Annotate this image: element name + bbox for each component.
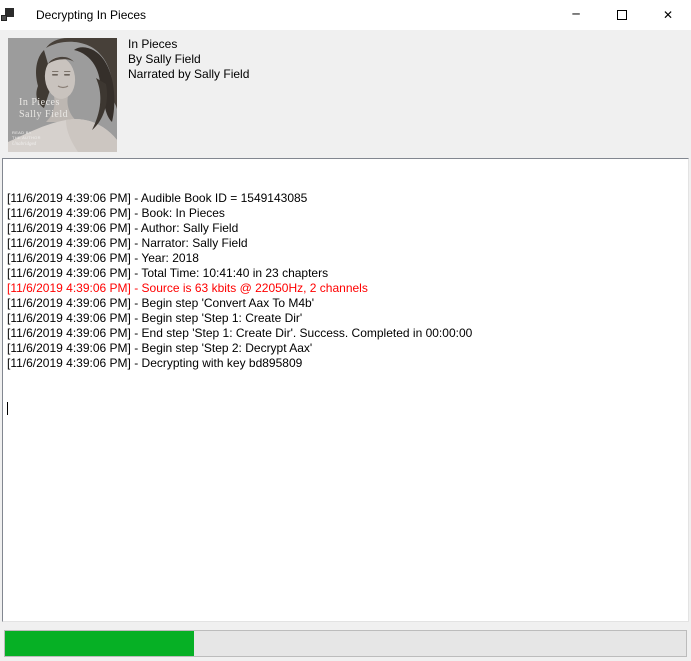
log-line: [11/6/2019 4:39:06 PM] - Begin step 'Ste… xyxy=(7,311,684,326)
log-line: [11/6/2019 4:39:06 PM] - Begin step 'Ste… xyxy=(7,341,684,356)
log-line: [11/6/2019 4:39:06 PM] - Narrator: Sally… xyxy=(7,236,684,251)
close-button[interactable]: ✕ xyxy=(645,0,691,30)
progress-fill xyxy=(5,631,194,656)
progress-bar xyxy=(4,630,687,657)
window-title: Decrypting In Pieces xyxy=(36,8,146,22)
cover-title-text: In Pieces xyxy=(19,96,60,109)
log-line: [11/6/2019 4:39:06 PM] - Book: In Pieces xyxy=(7,206,684,221)
app-window: Decrypting In Pieces ─ ✕ xyxy=(0,0,691,661)
log-line: [11/6/2019 4:39:06 PM] - Source is 63 kb… xyxy=(7,281,684,296)
cover-author-text: Sally Field xyxy=(19,109,68,120)
minimize-icon: ─ xyxy=(572,7,579,21)
caret-line xyxy=(7,401,684,416)
titlebar[interactable]: Decrypting In Pieces ─ ✕ xyxy=(0,0,691,30)
app-icon xyxy=(1,8,15,22)
log-line: [11/6/2019 4:39:06 PM] - Author: Sally F… xyxy=(7,221,684,236)
log-lines: [11/6/2019 4:39:06 PM] - Audible Book ID… xyxy=(7,191,684,371)
book-info: In Pieces By Sally Field Narrated by Sal… xyxy=(128,37,249,82)
cover-readby-text: READ BY THE AUTHOR xyxy=(12,130,41,140)
text-caret xyxy=(7,402,8,415)
maximize-button[interactable] xyxy=(599,0,645,30)
log-line: [11/6/2019 4:39:06 PM] - End step 'Step … xyxy=(7,326,684,341)
log-line: [11/6/2019 4:39:06 PM] - Audible Book ID… xyxy=(7,191,684,206)
log-line: [11/6/2019 4:39:06 PM] - Decrypting with… xyxy=(7,356,684,371)
book-title: In Pieces xyxy=(128,37,249,52)
log-line: [11/6/2019 4:39:06 PM] - Year: 2018 xyxy=(7,251,684,266)
log-textbox[interactable]: [11/6/2019 4:39:06 PM] - Audible Book ID… xyxy=(2,158,689,622)
log-line: [11/6/2019 4:39:06 PM] - Total Time: 10:… xyxy=(7,266,684,281)
book-author: By Sally Field xyxy=(128,52,249,67)
close-icon: ✕ xyxy=(663,8,673,22)
cover-edition-text: Unabridged xyxy=(12,142,36,147)
book-narrator: Narrated by Sally Field xyxy=(128,67,249,82)
log-line: [11/6/2019 4:39:06 PM] - Begin step 'Con… xyxy=(7,296,684,311)
book-cover-image: In Pieces Sally Field READ BY THE AUTHOR… xyxy=(8,38,117,152)
minimize-button[interactable]: ─ xyxy=(553,0,599,30)
window-controls: ─ ✕ xyxy=(553,0,691,30)
maximize-icon xyxy=(617,10,627,20)
